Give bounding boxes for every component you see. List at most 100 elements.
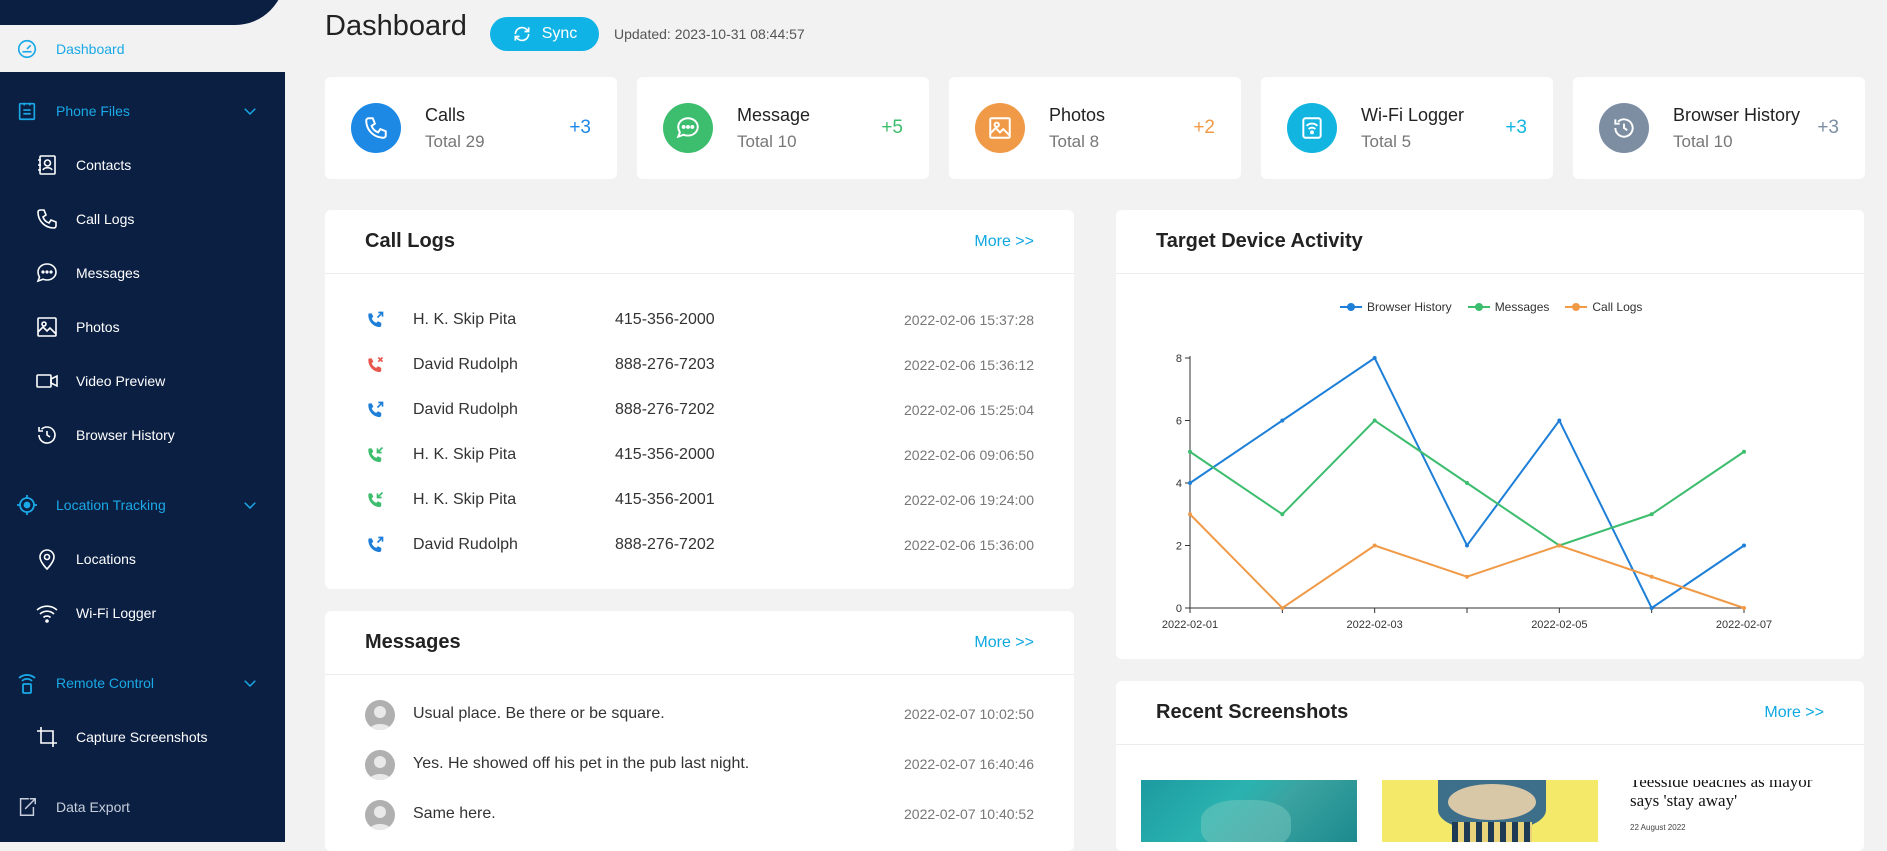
incoming-call-icon <box>365 490 385 510</box>
sidebar-item-call-logs[interactable]: Call Logs <box>0 197 285 241</box>
sync-icon <box>512 24 532 44</box>
screenshot-thumbnail[interactable]: Teesside beaches as mayor says 'stay awa… <box>1622 780 1839 842</box>
stat-delta: +5 <box>881 117 903 138</box>
message-text: Usual place. Be there or be square. <box>413 705 665 722</box>
legend-label: Messages <box>1494 300 1550 314</box>
phone-number: 888-276-7202 <box>615 536 715 553</box>
chevron-down-icon[interactable] <box>241 496 259 514</box>
page-title: Dashboard <box>325 10 467 42</box>
sidebar-item-label: Wi-Fi Logger <box>76 605 157 621</box>
messages-more-link[interactable]: More >> <box>974 634 1034 652</box>
sync-button[interactable]: Sync <box>490 17 599 51</box>
sidebar-item-data-export[interactable]: Data Export <box>0 785 285 829</box>
stat-name: Browser History <box>1673 105 1801 125</box>
image-icon <box>975 103 1025 153</box>
wifi-icon <box>1287 103 1337 153</box>
table-row[interactable]: H. K. Skip Pita 415-356-2000 2022-02-06 09… <box>325 433 1074 478</box>
table-row[interactable]: H. K. Skip Pita 415-356-2001 2022-02-06 19… <box>325 478 1074 523</box>
stat-total: Total 5 <box>1361 132 1412 151</box>
sidebar-item-dashboard[interactable]: Dashboard <box>0 27 285 71</box>
sidebar-item-messages[interactable]: Messages <box>0 251 285 295</box>
message-time: 2022-02-07 10:40:52 <box>904 806 1034 822</box>
table-row[interactable]: H. K. Skip Pita 415-356-2000 2022-02-06 15… <box>325 298 1074 343</box>
sidebar-item-contacts[interactable]: Contacts <box>0 143 285 187</box>
stat-total: Total 8 <box>1049 132 1100 151</box>
sidebar-section-remote-control[interactable]: Remote Control <box>0 661 285 705</box>
crop-icon <box>34 724 60 750</box>
legend-item[interactable]: Browser History <box>1340 300 1452 314</box>
message-time: 2022-02-07 16:40:46 <box>904 756 1034 772</box>
outgoing-call-icon <box>365 535 385 555</box>
phone-number: 415-356-2001 <box>615 491 715 508</box>
screenshot-thumbnail[interactable] <box>1141 780 1357 842</box>
stat-name: Wi-Fi Logger <box>1361 105 1465 125</box>
sidebar-item-label: Photos <box>76 319 120 335</box>
stat-card-photos[interactable]: Photos Total 8 +2 <box>949 77 1241 179</box>
phone-icon <box>34 206 60 232</box>
sidebar-item-browser-history[interactable]: Browser History <box>0 413 285 457</box>
sidebar-item-label: Messages <box>76 265 140 281</box>
phone-number: 888-276-7202 <box>615 401 715 418</box>
clipboard-icon <box>14 98 40 124</box>
chevron-down-icon[interactable] <box>241 102 259 120</box>
call-time: 2022-02-06 15:36:12 <box>904 357 1034 373</box>
sidebar-section-phone-files[interactable]: Phone Files <box>0 89 285 133</box>
message-text: Same here. <box>413 805 496 822</box>
stat-card-browser-history[interactable]: Browser History Total 10 +3 <box>1573 77 1865 179</box>
screenshot-thumbnail[interactable] <box>1382 780 1598 842</box>
phone-number: 888-276-7203 <box>615 356 715 373</box>
contact-name: H. K. Skip Pita <box>413 311 517 328</box>
history-icon <box>1599 103 1649 153</box>
sidebar-item-locations[interactable]: Locations <box>0 537 285 581</box>
call-logs-panel: Call Logs More >> H. K. Skip Pita 415-356… <box>325 210 1074 589</box>
sidebar-section-location-tracking[interactable]: Location Tracking <box>0 483 285 527</box>
sidebar-item-photos[interactable]: Photos <box>0 305 285 349</box>
legend-label: Browser History <box>1367 300 1452 314</box>
table-row[interactable]: David Rudolph 888-276-7203 2022-02-06 15:3… <box>325 343 1074 388</box>
contact-name: David Rudolph <box>413 401 518 418</box>
stat-card-message[interactable]: Message Total 10 +5 <box>637 77 929 179</box>
call-logs-more-link[interactable]: More >> <box>974 233 1034 251</box>
thumbnail-headline: Teesside beaches as mayor says 'stay awa… <box>1630 780 1813 810</box>
call-time: 2022-02-06 15:36:00 <box>904 537 1034 553</box>
panel-header: Target Device Activity <box>1116 210 1864 274</box>
screenshots-more-link[interactable]: More >> <box>1764 704 1824 722</box>
sidebar-section-label: Location Tracking <box>56 497 166 513</box>
sidebar-item-video-preview[interactable]: Video Preview <box>0 359 285 403</box>
video-camera-icon <box>34 368 60 394</box>
stat-card-calls[interactable]: Calls Total 29 +3 <box>325 77 617 179</box>
message-text: Yes. He showed off his pet in the pub la… <box>413 755 750 772</box>
call-time: 2022-02-06 19:24:00 <box>904 492 1034 508</box>
list-item[interactable]: Usual place. Be there or be square. 2022-… <box>325 692 1074 737</box>
chat-bubble-icon <box>34 260 60 286</box>
list-item[interactable]: Yes. He showed off his pet in the pub la… <box>325 742 1074 787</box>
sync-label: Sync <box>541 25 578 42</box>
contact-name: David Rudolph <box>413 536 518 553</box>
thumbnail-pattern <box>1452 822 1532 842</box>
phone-icon <box>351 103 401 153</box>
legend-marker <box>1467 302 1490 312</box>
avatar <box>365 800 395 830</box>
table-row[interactable]: David Rudolph 888-276-7202 2022-02-06 15:3… <box>325 523 1074 568</box>
chat-icon <box>663 103 713 153</box>
sidebar: Dashboard Phone Files Contacts Call Logs… <box>0 0 285 842</box>
speedometer-icon <box>14 36 40 62</box>
call-logs-title: Call Logs <box>365 230 456 252</box>
sidebar-item-capture-screenshots[interactable]: Capture Screenshots <box>0 715 285 759</box>
legend-item[interactable]: Call Logs <box>1565 300 1642 314</box>
contact-card-icon <box>34 152 60 178</box>
chevron-down-icon[interactable] <box>241 674 259 692</box>
sidebar-item-label: Locations <box>76 551 136 567</box>
sidebar-item-label: Contacts <box>76 157 132 173</box>
sidebar-section-label: Remote Control <box>56 675 155 691</box>
sidebar-item-wifi-logger[interactable]: Wi-Fi Logger <box>0 591 285 635</box>
legend-marker <box>1565 302 1588 312</box>
table-row[interactable]: David Rudolph 888-276-7202 2022-02-06 15:2… <box>325 388 1074 433</box>
stat-card-wi-fi-logger[interactable]: Wi-Fi Logger Total 5 +3 <box>1261 77 1553 179</box>
list-item[interactable]: Same here. 2022-02-07 10:40:52 <box>325 792 1074 837</box>
activity-title: Target Device Activity <box>1156 230 1363 252</box>
legend-item[interactable]: Messages <box>1467 300 1550 314</box>
phone-number: 415-356-2000 <box>615 446 715 463</box>
stat-delta: +3 <box>1505 117 1527 138</box>
sidebar-item-label: Data Export <box>56 799 130 815</box>
